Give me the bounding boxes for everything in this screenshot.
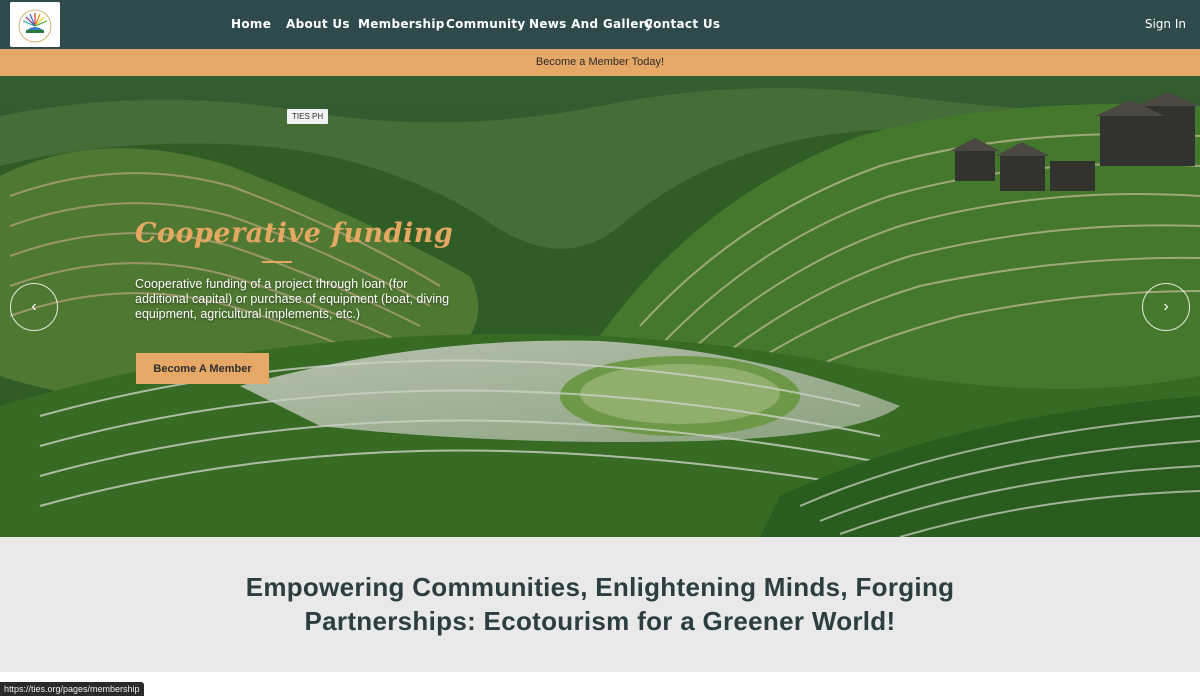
- main-nav: Home About Us Membership Community News …: [0, 0, 1200, 49]
- hero-title-underline: [262, 261, 292, 263]
- tagline-section: Empowering Communities, Enlightening Min…: [0, 537, 1200, 672]
- hero-description: Cooperative funding of a project through…: [135, 277, 450, 321]
- nav-community[interactable]: Community: [446, 17, 526, 31]
- hero-tag: TIES PH: [287, 109, 329, 124]
- hero-slider: TIES PH Cooperative funding Cooperative …: [0, 76, 1200, 537]
- tagline-line-2: Partnerships: Ecotourism for a Greener W…: [304, 606, 896, 636]
- hero-title: Cooperative funding: [135, 218, 454, 249]
- sign-in-link[interactable]: Sign In: [1145, 17, 1186, 31]
- nav-about-us[interactable]: About Us: [286, 17, 350, 31]
- tagline-line-1: Empowering Communities, Enlightening Min…: [245, 572, 955, 602]
- site-header: Home About Us Membership Community News …: [0, 0, 1200, 49]
- nav-home[interactable]: Home: [231, 17, 271, 31]
- announcement-bar[interactable]: Become a Member Today!: [0, 49, 1200, 76]
- nav-contact-us[interactable]: Contact Us: [644, 17, 720, 31]
- nav-membership[interactable]: Membership: [358, 17, 445, 31]
- status-bar-url: https://ties.org/pages/membership: [0, 682, 144, 696]
- become-a-member-button[interactable]: Become A Member: [136, 353, 269, 384]
- slider-prev-button[interactable]: ‹: [10, 283, 58, 331]
- chevron-left-icon: ‹: [31, 298, 37, 315]
- chevron-right-icon: ›: [1163, 298, 1169, 315]
- tagline-heading: Empowering Communities, Enlightening Min…: [200, 570, 1000, 638]
- slider-next-button[interactable]: ›: [1142, 283, 1190, 331]
- nav-news-and-gallery[interactable]: News And Gallery: [529, 17, 653, 31]
